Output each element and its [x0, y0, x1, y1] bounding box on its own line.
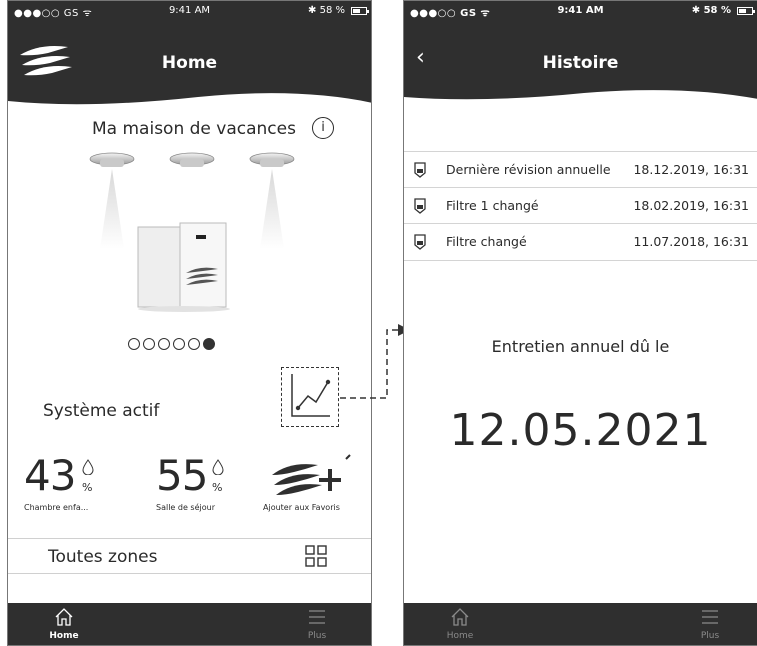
battery-percent: ✱ 58 % [691, 5, 731, 16]
system-status: Système actif [43, 401, 160, 421]
history-screen: ‹ Histoire ●●●○○ GS ᯤ 9:41 AM ✱ 58 % Der… [403, 0, 757, 646]
zone-label: Salle de séjour [156, 503, 215, 512]
device-unit-icon [137, 222, 230, 312]
divider [8, 573, 371, 574]
carousel-dot[interactable] [188, 337, 200, 350]
add-favorite-icon [272, 454, 351, 495]
info-icon[interactable]: i [312, 117, 334, 139]
history-row[interactable]: Filtre 1 changé 18.02.2019, 16:31 [404, 187, 757, 224]
battery-percent: ✱ 58 % [308, 5, 345, 16]
home-icon [55, 608, 73, 626]
maintenance-due-label: Entretien annuel dû le [491, 337, 670, 356]
tab-bar: Home Plus [404, 603, 757, 645]
history-text: Filtre 1 changé [446, 198, 539, 213]
all-zones-label[interactable]: Toutes zones [48, 547, 157, 567]
tab-more[interactable]: Plus [680, 607, 740, 641]
history-date: 18.12.2019, 16:31 [633, 162, 749, 177]
house-name: Ma maison de vacances [92, 119, 296, 139]
humidity-unit: % [82, 481, 93, 494]
tab-more-label: Plus [307, 631, 327, 641]
home-screen: Home ●●●○○ GS ᯤ 9:41 AM ✱ 58 % Ma maison… [7, 0, 372, 646]
tab-more-label: Plus [700, 631, 720, 641]
battery-icon [737, 7, 755, 15]
history-date: 18.02.2019, 16:31 [633, 198, 749, 213]
history-date: 11.07.2018, 16:31 [633, 234, 749, 249]
humidity-value: 55 [156, 451, 208, 500]
menu-icon [309, 610, 325, 624]
carousel-dot[interactable] [143, 337, 155, 350]
history-row[interactable]: Dernière révision annuelle 18.12.2019, 1… [404, 151, 757, 188]
tab-bar: Home Plus [8, 603, 371, 645]
page-title: Histoire [542, 53, 619, 73]
battery-icon [351, 7, 369, 15]
metric-humidity-1[interactable]: 43 % Chambre enfa... [24, 451, 94, 512]
home-icon [451, 608, 469, 626]
humidity-value: 43 [24, 451, 76, 500]
add-favorite-label: Ajouter aux Favoris [263, 503, 340, 512]
maintenance-due-date: 12.05.2021 [449, 405, 712, 456]
droplet-icon [82, 459, 94, 475]
divider [8, 538, 371, 539]
grid-icon[interactable] [305, 545, 327, 567]
graph-button[interactable] [281, 367, 339, 427]
add-favorite-button[interactable] [270, 453, 354, 501]
carousel-dot-active[interactable] [203, 337, 215, 350]
filter-cartridge-icon [414, 198, 426, 214]
carousel-dot[interactable] [173, 337, 185, 350]
humidity-unit: % [212, 481, 223, 494]
carousel-dot[interactable] [128, 337, 140, 350]
status-bar: ●●●○○ GS ᯤ 9:41 AM ✱ 58 % [8, 1, 371, 23]
filter-cartridge-icon [414, 162, 426, 178]
metric-humidity-2[interactable]: 55 % Salle de séjour [156, 451, 224, 512]
history-text: Dernière révision annuelle [446, 162, 611, 177]
carousel-dot[interactable] [158, 337, 170, 350]
menu-icon [702, 610, 718, 624]
zone-label: Chambre enfa... [24, 503, 89, 512]
history-text: Filtre changé [446, 234, 527, 249]
graph-icon [291, 374, 331, 417]
carousel-dots [128, 333, 218, 352]
tab-home[interactable]: Home [430, 607, 490, 641]
tab-home-label: Home [446, 631, 474, 641]
status-bar: ●●●○○ GS ᯤ 9:41 AM ✱ 58 % [404, 1, 757, 23]
page-title: Home [161, 53, 218, 73]
tab-home[interactable]: Home [34, 607, 94, 641]
history-row[interactable]: Filtre changé 11.07.2018, 16:31 [404, 223, 757, 261]
filter-cartridge-icon [414, 234, 426, 250]
tab-home-label: Home [49, 631, 79, 641]
tab-more[interactable]: Plus [287, 607, 347, 641]
droplet-icon [212, 459, 224, 475]
